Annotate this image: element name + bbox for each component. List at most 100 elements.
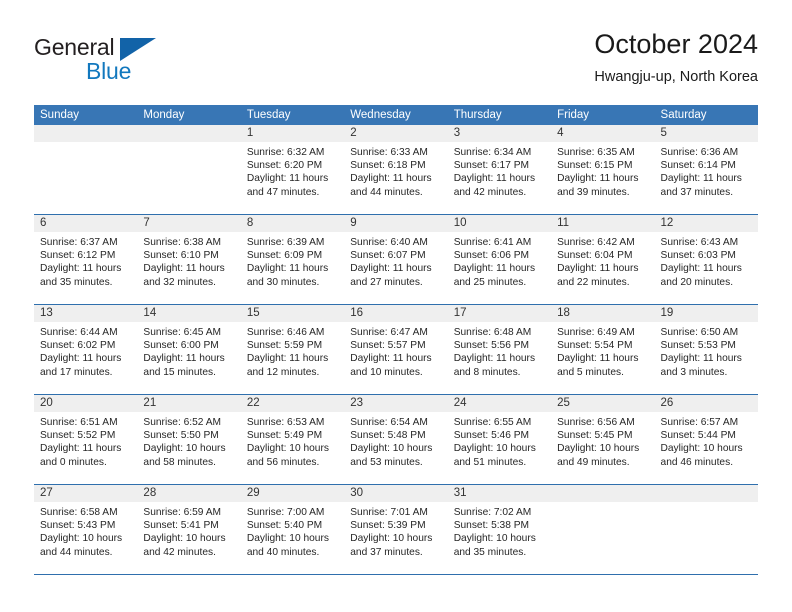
day-header-wednesday: Wednesday — [350, 109, 411, 121]
day-number[interactable]: 27 — [34, 485, 137, 502]
sunrise-text: Sunrise: 6:36 AM — [660, 147, 739, 158]
day-number[interactable]: 25 — [551, 395, 654, 412]
day-number[interactable]: 18 — [551, 305, 654, 322]
day-number[interactable]: 23 — [344, 395, 447, 412]
day-cell[interactable]: Sunrise: 6:33 AM Sunset: 6:18 PM Daylight:… — [344, 142, 447, 214]
sunrise-text: Sunrise: 6:35 AM — [557, 147, 635, 158]
day-number[interactable]: 3 — [448, 125, 551, 142]
day-cell[interactable]: Sunrise: 7:01 AM Sunset: 5:39 PM Daylight:… — [344, 502, 447, 574]
day-cell[interactable]: Sunrise: 6:57 AM Sunset: 5:44 PM Daylight:… — [655, 412, 758, 484]
day-cell[interactable]: Sunrise: 6:53 AM Sunset: 5:49 PM Daylight:… — [241, 412, 344, 484]
week-date-band: 27 28 29 30 31 — [34, 485, 758, 502]
day-cell[interactable]: Sunrise: 6:37 AM Sunset: 6:12 PM Daylight:… — [34, 232, 137, 304]
day-number[interactable]: 8 — [241, 215, 344, 232]
day-number[interactable]: 12 — [655, 215, 758, 232]
day-cell[interactable]: Sunrise: 6:35 AM Sunset: 6:15 PM Daylight:… — [551, 142, 654, 214]
sunrise-text: Sunrise: 6:54 AM — [350, 417, 428, 428]
day-cell[interactable]: Sunrise: 6:46 AM Sunset: 5:59 PM Daylight:… — [241, 322, 344, 394]
day-cell[interactable]: Sunrise: 6:48 AM Sunset: 5:56 PM Daylight:… — [448, 322, 551, 394]
sunset-text: Sunset: 6:00 PM — [143, 340, 219, 352]
day-number[interactable]: 16 — [344, 305, 447, 322]
sunrise-text: Sunrise: 6:58 AM — [40, 507, 118, 518]
day-number[interactable]: 26 — [655, 395, 758, 412]
day-cell[interactable]: Sunrise: 6:59 AM Sunset: 5:41 PM Daylight:… — [137, 502, 240, 574]
day-number[interactable]: 24 — [448, 395, 551, 412]
sunset-text: Sunset: 6:18 PM — [350, 160, 426, 172]
day-number[interactable]: 19 — [655, 305, 758, 322]
day-cell[interactable]: Sunrise: 6:42 AM Sunset: 6:04 PM Daylight:… — [551, 232, 654, 304]
day-cell[interactable]: Sunrise: 6:56 AM Sunset: 5:45 PM Daylight:… — [551, 412, 654, 484]
sunset-text: Sunset: 5:54 PM — [557, 340, 633, 352]
day-cell[interactable]: Sunrise: 6:38 AM Sunset: 6:10 PM Daylight:… — [137, 232, 240, 304]
day-cell[interactable]: Sunrise: 6:58 AM Sunset: 5:43 PM Daylight:… — [34, 502, 137, 574]
day-number[interactable]: 28 — [137, 485, 240, 502]
day-cell[interactable]: Sunrise: 6:32 AM Sunset: 6:20 PM Daylight:… — [241, 142, 344, 214]
day-number[interactable]: 1 — [241, 125, 344, 142]
day-cell[interactable]: Sunrise: 7:02 AM Sunset: 5:38 PM Daylight:… — [448, 502, 551, 574]
sunset-text: Sunset: 6:12 PM — [40, 250, 116, 262]
day-cell[interactable]: Sunrise: 6:51 AM Sunset: 5:52 PM Daylight:… — [34, 412, 137, 484]
sunset-text: Sunset: 5:41 PM — [143, 520, 219, 532]
daylight-text: Daylight: 10 hours and 42 minutes. — [143, 533, 226, 558]
day-cell[interactable]: Sunrise: 6:40 AM Sunset: 6:07 PM Daylight:… — [344, 232, 447, 304]
day-cell[interactable]: Sunrise: 6:41 AM Sunset: 6:06 PM Daylight:… — [448, 232, 551, 304]
day-cell[interactable]: Sunrise: 6:36 AM Sunset: 6:14 PM Daylight:… — [655, 142, 758, 214]
week-detail-band: Sunrise: 6:58 AM Sunset: 5:43 PM Daylight:… — [34, 502, 758, 574]
day-number[interactable]: 14 — [137, 305, 240, 322]
daylight-text: Daylight: 11 hours and 42 minutes. — [453, 173, 536, 198]
day-number[interactable]: 2 — [344, 125, 447, 142]
daylight-text: Daylight: 11 hours and 35 minutes. — [40, 263, 122, 288]
sunset-text: Sunset: 5:59 PM — [246, 340, 323, 352]
day-number[interactable] — [551, 485, 654, 502]
day-number[interactable]: 10 — [448, 215, 551, 232]
day-number[interactable]: 31 — [448, 485, 551, 502]
day-number[interactable]: 29 — [241, 485, 344, 502]
calendar-week-row: 27 28 29 30 31 Sunrise: 6:58 AM Sunset: 5:43 P… — [34, 484, 758, 574]
day-cell[interactable]: Sunrise: 6:55 AM Sunset: 5:46 PM Daylight:… — [448, 412, 551, 484]
day-header-saturday: Saturday — [660, 109, 707, 121]
day-cell[interactable]: Sunrise: 6:39 AM Sunset: 6:09 PM Daylight:… — [241, 232, 344, 304]
day-number[interactable]: 11 — [551, 215, 654, 232]
day-number[interactable]: 21 — [137, 395, 240, 412]
daylight-text: Daylight: 11 hours and 20 minutes. — [660, 263, 742, 288]
day-cell[interactable]: Sunrise: 6:47 AM Sunset: 5:57 PM Daylight:… — [344, 322, 447, 394]
day-cell[interactable]: Sunrise: 6:45 AM Sunset: 6:00 PM Daylight:… — [137, 322, 240, 394]
day-number[interactable] — [34, 125, 137, 142]
week-date-band: 13 14 15 16 17 18 19 — [34, 305, 758, 322]
day-number[interactable]: 30 — [344, 485, 447, 502]
day-number[interactable]: 4 — [551, 125, 654, 142]
day-cell[interactable]: Sunrise: 6:34 AM Sunset: 6:17 PM Daylight:… — [448, 142, 551, 214]
day-cell[interactable]: Sunrise: 6:49 AM Sunset: 5:54 PM Daylight:… — [551, 322, 654, 394]
day-number[interactable]: 17 — [448, 305, 551, 322]
title-block: October 2024 Hwangju-up, North Korea — [594, 28, 758, 87]
week-detail-band: Sunrise: 6:32 AM Sunset: 6:20 PM Daylight:… — [34, 142, 758, 214]
day-number[interactable] — [655, 485, 758, 502]
day-number[interactable]: 6 — [34, 215, 137, 232]
daylight-text: Daylight: 11 hours and 0 minutes. — [40, 443, 122, 468]
day-cell[interactable]: Sunrise: 6:52 AM Sunset: 5:50 PM Daylight:… — [137, 412, 240, 484]
day-number[interactable]: 9 — [344, 215, 447, 232]
day-number[interactable]: 13 — [34, 305, 137, 322]
day-number[interactable]: 5 — [655, 125, 758, 142]
day-number[interactable]: 22 — [241, 395, 344, 412]
day-number[interactable] — [137, 125, 240, 142]
page-title: October 2024 — [594, 29, 758, 59]
daylight-text: Daylight: 11 hours and 27 minutes. — [350, 263, 432, 288]
day-cell[interactable]: Sunrise: 6:54 AM Sunset: 5:48 PM Daylight:… — [344, 412, 447, 484]
sunrise-text: Sunrise: 6:55 AM — [453, 417, 532, 428]
sunset-text: Sunset: 5:56 PM — [453, 340, 530, 352]
sunrise-text: Sunrise: 6:45 AM — [143, 327, 222, 338]
day-cell[interactable]: Sunrise: 6:50 AM Sunset: 5:53 PM Daylight:… — [655, 322, 758, 394]
day-number[interactable]: 15 — [241, 305, 344, 322]
day-number[interactable]: 20 — [34, 395, 137, 412]
day-cell[interactable]: Sunrise: 7:00 AM Sunset: 5:40 PM Daylight:… — [241, 502, 344, 574]
sunrise-text: Sunrise: 6:56 AM — [557, 417, 635, 428]
day-cell[interactable]: Sunrise: 6:43 AM Sunset: 6:03 PM Daylight:… — [655, 232, 758, 304]
daylight-text: Daylight: 11 hours and 12 minutes. — [246, 353, 329, 378]
week-date-band: 20 21 22 23 24 25 26 — [34, 395, 758, 412]
day-cell[interactable]: Sunrise: 6:44 AM Sunset: 6:02 PM Daylight:… — [34, 322, 137, 394]
sunrise-text: Sunrise: 6:33 AM — [350, 147, 428, 158]
sunset-text: Sunset: 5:48 PM — [350, 430, 426, 442]
sunrise-text: Sunrise: 6:48 AM — [453, 327, 532, 338]
day-number[interactable]: 7 — [137, 215, 240, 232]
